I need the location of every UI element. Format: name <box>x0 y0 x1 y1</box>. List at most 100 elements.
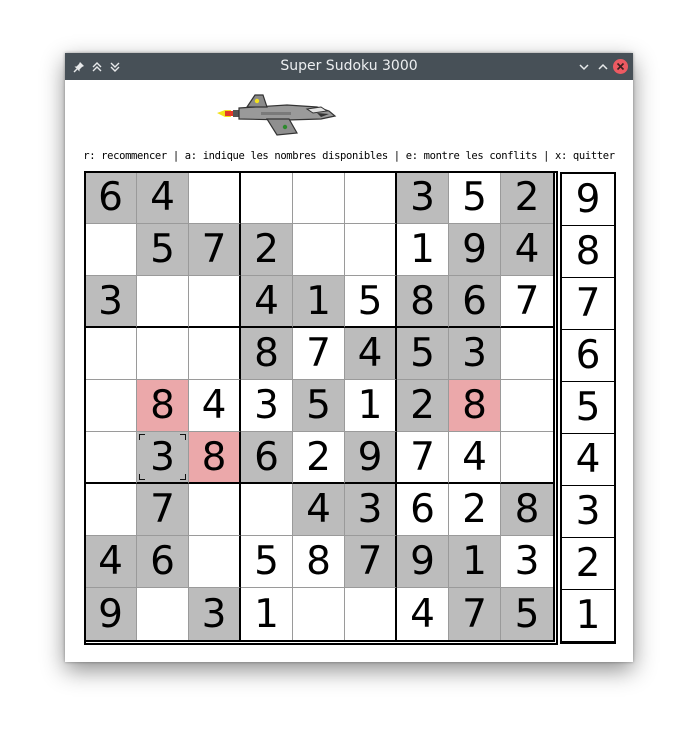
fighter-jet-icon <box>217 94 337 136</box>
board-cell[interactable]: 8 <box>241 328 293 380</box>
board-cell[interactable]: 6 <box>137 536 189 588</box>
board-cell[interactable]: 4 <box>397 588 449 640</box>
board-cell[interactable]: 3 <box>397 172 449 224</box>
board-cell[interactable] <box>293 172 345 224</box>
board-cell[interactable]: 1 <box>241 588 293 640</box>
board-cell[interactable]: 6 <box>85 172 137 224</box>
board-cell[interactable]: 4 <box>85 536 137 588</box>
board-cell[interactable]: 4 <box>345 328 397 380</box>
board-cell[interactable] <box>345 588 397 640</box>
count-cell: 6 <box>562 330 614 381</box>
board-cell[interactable]: 9 <box>85 588 137 640</box>
board-cell[interactable]: 4 <box>501 224 553 276</box>
board-cell[interactable] <box>137 276 189 328</box>
board-cell[interactable] <box>189 536 241 588</box>
board-cell[interactable]: 7 <box>293 328 345 380</box>
board-cell[interactable] <box>345 224 397 276</box>
board-cell[interactable] <box>345 172 397 224</box>
board-cell[interactable] <box>85 224 137 276</box>
count-cell: 2 <box>562 538 614 589</box>
board-cell[interactable]: 2 <box>397 380 449 432</box>
count-cell: 7 <box>562 278 614 329</box>
selection-cursor <box>139 434 186 480</box>
count-cell: 4 <box>562 434 614 485</box>
board-cell[interactable]: 2 <box>449 484 501 536</box>
board-cell[interactable]: 8 <box>397 276 449 328</box>
board-cell[interactable] <box>501 380 553 432</box>
board-cell[interactable]: 6 <box>397 484 449 536</box>
board-cell[interactable]: 5 <box>449 172 501 224</box>
board-cell[interactable]: 7 <box>449 588 501 640</box>
board-cell[interactable]: 3 <box>241 380 293 432</box>
board-cell[interactable] <box>137 328 189 380</box>
board-cell[interactable]: 6 <box>241 432 293 484</box>
board-cell[interactable] <box>189 484 241 536</box>
board-cell[interactable]: 2 <box>241 224 293 276</box>
board-cell[interactable] <box>137 588 189 640</box>
remaining-count-column: 987654321 <box>560 172 616 644</box>
board-cell[interactable] <box>241 172 293 224</box>
board-cell[interactable]: 8 <box>137 380 189 432</box>
sudoku-board: 6435257219434158678745384351283862974743… <box>84 171 558 645</box>
board-cell[interactable]: 5 <box>397 328 449 380</box>
board-cell[interactable]: 4 <box>137 172 189 224</box>
board-cell[interactable]: 4 <box>189 380 241 432</box>
board-cell[interactable] <box>85 380 137 432</box>
board-cell[interactable]: 9 <box>449 224 501 276</box>
board-cell[interactable]: 3 <box>501 536 553 588</box>
board-cell[interactable]: 7 <box>397 432 449 484</box>
close-icon[interactable] <box>613 59 628 74</box>
board-cell[interactable]: 5 <box>241 536 293 588</box>
board-cell[interactable] <box>85 484 137 536</box>
count-cell: 8 <box>562 226 614 277</box>
board-cell[interactable]: 3 <box>449 328 501 380</box>
board-cell[interactable] <box>85 328 137 380</box>
board-cell[interactable] <box>241 484 293 536</box>
board-cell[interactable]: 5 <box>501 588 553 640</box>
board-cell[interactable]: 4 <box>241 276 293 328</box>
board-cell[interactable] <box>501 432 553 484</box>
board-cell[interactable]: 8 <box>293 536 345 588</box>
board-cell[interactable]: 7 <box>137 484 189 536</box>
game-window: Super Sudoku 3000 r: recommencer | a: in… <box>65 53 633 662</box>
board-cell[interactable]: 9 <box>345 432 397 484</box>
board-cell[interactable]: 2 <box>501 172 553 224</box>
board-cell[interactable]: 5 <box>345 276 397 328</box>
count-cell: 5 <box>562 382 614 433</box>
board-cell[interactable]: 2 <box>293 432 345 484</box>
board-cell[interactable] <box>501 328 553 380</box>
board-cell[interactable]: 5 <box>293 380 345 432</box>
board-cell[interactable]: 7 <box>345 536 397 588</box>
board-cell[interactable]: 4 <box>449 432 501 484</box>
board-cell[interactable] <box>293 588 345 640</box>
board-cell[interactable]: 9 <box>397 536 449 588</box>
keyboard-help-text: r: recommencer | a: indique les nombres … <box>83 150 615 162</box>
count-cell: 3 <box>562 486 614 537</box>
board-cell[interactable]: 8 <box>189 432 241 484</box>
board-cell[interactable] <box>85 432 137 484</box>
board-cell[interactable]: 7 <box>189 224 241 276</box>
board-cell[interactable]: 8 <box>449 380 501 432</box>
board-cell[interactable]: 7 <box>501 276 553 328</box>
board-cell[interactable] <box>189 172 241 224</box>
board-cell[interactable]: 5 <box>137 224 189 276</box>
board-cell[interactable]: 8 <box>501 484 553 536</box>
board-cell[interactable]: 6 <box>449 276 501 328</box>
board-cell[interactable]: 3 <box>189 588 241 640</box>
window-title: Super Sudoku 3000 <box>280 58 418 74</box>
maximize-icon[interactable] <box>595 59 610 74</box>
board-cell[interactable]: 1 <box>397 224 449 276</box>
minimize-icon[interactable] <box>576 59 591 74</box>
board-cell[interactable]: 1 <box>345 380 397 432</box>
board-cell[interactable]: 1 <box>293 276 345 328</box>
board-cell[interactable] <box>189 276 241 328</box>
title-bar[interactable]: Super Sudoku 3000 <box>65 53 633 80</box>
board-cell[interactable]: 1 <box>449 536 501 588</box>
count-cell: 9 <box>562 174 614 225</box>
board-cell[interactable]: 4 <box>293 484 345 536</box>
board-cell[interactable]: 3 <box>85 276 137 328</box>
board-cell[interactable] <box>189 328 241 380</box>
board-cell[interactable] <box>293 224 345 276</box>
board-cell[interactable]: 3 <box>137 432 189 484</box>
board-cell[interactable]: 3 <box>345 484 397 536</box>
